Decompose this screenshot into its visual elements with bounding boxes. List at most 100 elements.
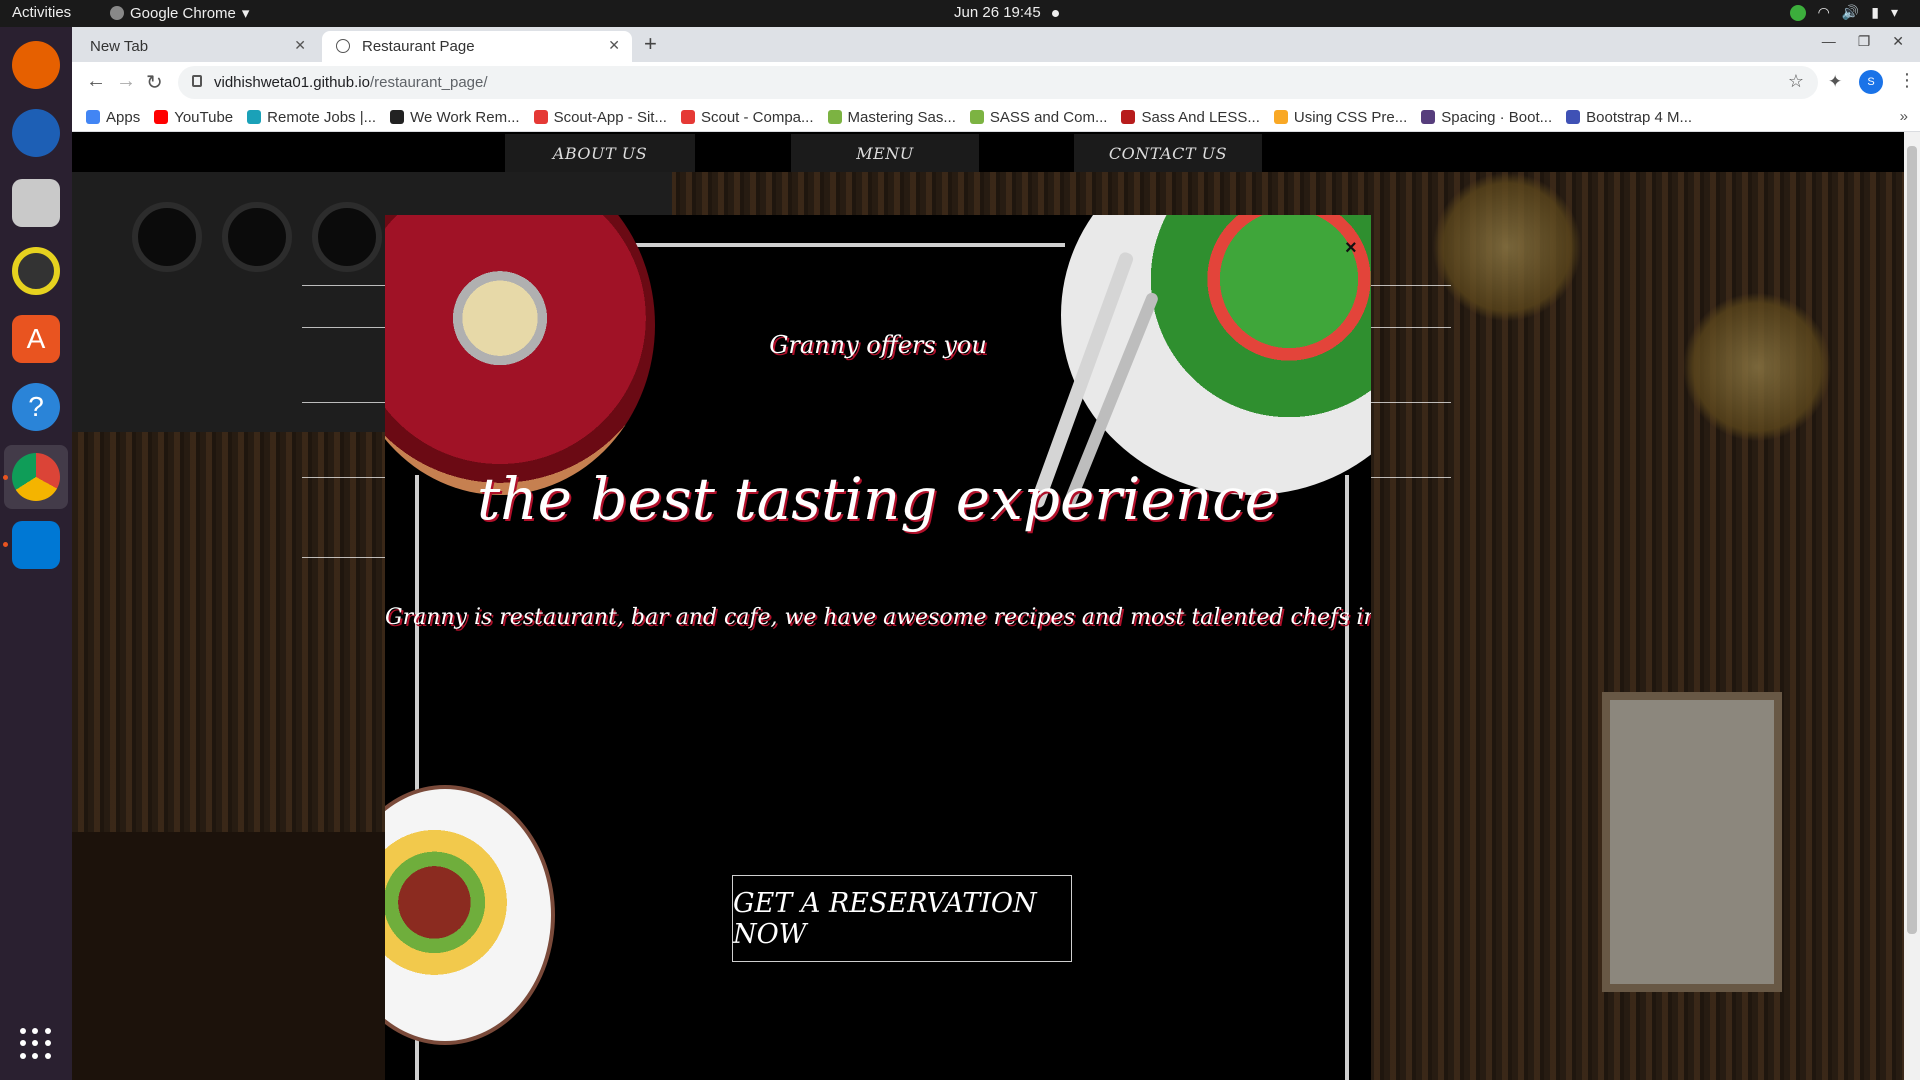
divider bbox=[1371, 402, 1451, 403]
app-menu[interactable]: Google Chrome ▾ bbox=[110, 4, 249, 22]
reload-icon[interactable]: ↻ bbox=[146, 70, 163, 95]
rhythmbox-icon[interactable] bbox=[12, 247, 60, 295]
scrollbar[interactable] bbox=[1904, 132, 1920, 1080]
divider bbox=[302, 327, 387, 328]
bookmark-favicon-icon bbox=[1273, 110, 1288, 124]
bookmark-item[interactable]: Sass And LESS... bbox=[1121, 108, 1260, 126]
divider bbox=[302, 477, 387, 478]
clock[interactable]: Jun 26 19:45 bbox=[954, 4, 1041, 21]
extensions-icon[interactable]: ✦ bbox=[1828, 72, 1842, 92]
browser-window: New Tab ✕ Restaurant Page ✕ + — ❐ ✕ ← → … bbox=[72, 27, 1920, 1080]
bookmark-favicon-icon bbox=[969, 110, 984, 124]
bookmark-label: Scout - Compa... bbox=[700, 108, 814, 126]
bookmark-item[interactable]: YouTube bbox=[154, 109, 233, 126]
divider bbox=[1371, 477, 1451, 478]
running-indicator bbox=[3, 542, 8, 547]
bookmark-favicon-icon bbox=[390, 110, 405, 124]
nav-menu[interactable]: MENU bbox=[791, 134, 979, 172]
firefox-icon[interactable] bbox=[12, 41, 60, 89]
tab-restaurant-page[interactable]: Restaurant Page ✕ bbox=[322, 31, 632, 62]
bookmark-item[interactable]: Bootstrap 4 M... bbox=[1566, 109, 1692, 126]
browser-toolbar: ← → ↻ vidhishweta01.github.io/restaurant… bbox=[72, 62, 1920, 103]
bookmark-favicon-icon bbox=[1421, 110, 1436, 124]
tab-title: New Tab bbox=[90, 38, 149, 55]
system-tray[interactable]: ◠ 🔊 ▮ ▾ bbox=[1789, 4, 1898, 21]
bookmark-label: SASS and Com... bbox=[989, 108, 1108, 126]
activities-button[interactable]: Activities bbox=[12, 4, 71, 21]
offer-text: Granny offers you bbox=[769, 331, 987, 359]
nav-about-us[interactable]: ABOUT US bbox=[505, 134, 695, 172]
bookmark-label: Using CSS Pre... bbox=[1293, 108, 1408, 126]
menu-icon[interactable]: ⋮ bbox=[1898, 70, 1916, 91]
running-indicator bbox=[3, 475, 8, 480]
forward-icon[interactable]: → bbox=[116, 70, 136, 93]
bookmark-favicon-icon bbox=[680, 110, 695, 124]
bookmark-label: We Work Rem... bbox=[410, 108, 520, 126]
profile-avatar[interactable]: S bbox=[1859, 70, 1883, 94]
bookmark-item[interactable]: Scout-App - Sit... bbox=[533, 109, 667, 126]
bookmark-favicon-icon bbox=[533, 110, 548, 124]
new-tab-button[interactable]: + bbox=[644, 31, 657, 57]
address-bar[interactable]: vidhishweta01.github.io/restaurant_page/… bbox=[178, 66, 1818, 99]
bookmark-item[interactable]: Remote Jobs |... bbox=[247, 109, 376, 126]
bookmark-favicon-icon bbox=[86, 110, 100, 124]
tab-new-tab[interactable]: New Tab ✕ bbox=[72, 31, 318, 62]
close-icon[interactable]: ✕ bbox=[608, 37, 620, 54]
divider bbox=[302, 285, 387, 286]
window-controls: — ❐ ✕ bbox=[1822, 33, 1904, 50]
bookmark-item[interactable]: We Work Rem... bbox=[390, 108, 520, 126]
star-icon[interactable]: ☆ bbox=[1788, 71, 1804, 92]
bookmark-item[interactable]: Spacing · Boot... bbox=[1421, 109, 1552, 126]
bookmark-item[interactable]: Mastering Sas... bbox=[827, 108, 956, 126]
bookmark-item[interactable]: Using CSS Pre... bbox=[1273, 108, 1408, 126]
bookmark-item[interactable]: Scout - Compa... bbox=[680, 108, 814, 126]
divider bbox=[1371, 327, 1451, 328]
close-icon[interactable]: ✕ bbox=[294, 37, 306, 54]
divider bbox=[302, 402, 387, 403]
bookmark-favicon-icon bbox=[1566, 110, 1581, 124]
close-icon[interactable]: ✕ bbox=[1892, 33, 1904, 50]
bookmark-label: Mastering Sas... bbox=[847, 108, 956, 126]
dock: A ? bbox=[0, 27, 72, 1080]
notification-dot bbox=[1052, 10, 1059, 17]
globe-icon bbox=[336, 39, 350, 53]
nav-contact-us[interactable]: CONTACT US bbox=[1074, 134, 1262, 172]
bookmark-item[interactable]: Apps bbox=[86, 109, 140, 126]
wifi-icon: ◠ bbox=[1817, 4, 1830, 20]
bookmark-favicon-icon bbox=[247, 110, 262, 124]
description: Granny is restaurant, bar and cafe, we h… bbox=[385, 605, 1371, 630]
url-host: vidhishweta01.github.io bbox=[214, 74, 370, 91]
tab-strip: New Tab ✕ Restaurant Page ✕ + — ❐ ✕ bbox=[72, 27, 1920, 62]
bookmark-item[interactable]: SASS and Com... bbox=[969, 108, 1108, 126]
chevron-down-icon: ▾ bbox=[241, 5, 250, 22]
help-icon[interactable]: ? bbox=[12, 383, 60, 431]
url-path: /restaurant_page/ bbox=[369, 74, 488, 91]
maximize-icon[interactable]: ❐ bbox=[1858, 33, 1871, 50]
chrome-icon[interactable] bbox=[12, 453, 60, 501]
modal-close-button[interactable]: × bbox=[1345, 237, 1357, 260]
software-icon[interactable]: A bbox=[12, 315, 60, 363]
frame-line bbox=[625, 243, 1065, 247]
chrome-icon bbox=[110, 6, 124, 20]
bookmark-label: Bootstrap 4 M... bbox=[1586, 108, 1693, 126]
headline: the best tasting experience bbox=[476, 465, 1280, 533]
battery-icon: ▮ bbox=[1871, 4, 1879, 20]
show-apps-icon[interactable] bbox=[20, 1028, 52, 1060]
vscode-icon[interactable] bbox=[12, 521, 60, 569]
app-menu-label: Google Chrome bbox=[130, 4, 236, 22]
bookmarks-overflow-icon[interactable]: » bbox=[1900, 108, 1908, 125]
divider bbox=[302, 557, 387, 558]
bookmark-favicon-icon bbox=[827, 110, 842, 124]
thunderbird-icon[interactable] bbox=[12, 109, 60, 157]
bookmark-label: Sass And LESS... bbox=[1141, 108, 1260, 126]
chevron-down-icon: ▾ bbox=[1890, 4, 1898, 20]
reservation-button[interactable]: GET A RESERVATION NOW bbox=[732, 875, 1072, 962]
site-nav: ABOUT US MENU CONTACT US bbox=[72, 132, 1904, 172]
scrollbar-thumb[interactable] bbox=[1907, 146, 1917, 934]
bookmark-favicon-icon bbox=[1121, 110, 1136, 124]
bookmarks-bar: Apps YouTube Remote Jobs |... We Work Rem..… bbox=[72, 103, 1920, 132]
files-icon[interactable] bbox=[12, 179, 60, 227]
back-icon[interactable]: ← bbox=[86, 70, 106, 93]
minimize-icon[interactable]: — bbox=[1822, 33, 1836, 50]
bookmark-label: Remote Jobs |... bbox=[267, 108, 377, 126]
